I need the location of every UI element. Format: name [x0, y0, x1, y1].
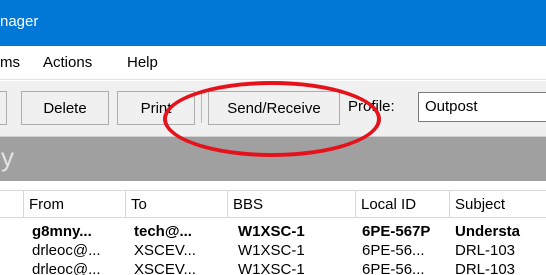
- column-header-bbs[interactable]: BBS: [228, 190, 356, 218]
- title-bar: nager: [0, 0, 546, 46]
- delete-button[interactable]: Delete: [21, 91, 109, 125]
- cell-from: drleoc@...: [32, 242, 101, 259]
- cell-local-id: 6PE-56...: [362, 261, 425, 275]
- menu-item-help[interactable]: Help: [127, 54, 158, 71]
- toolbar-separator: [201, 93, 202, 123]
- cell-local-id: 6PE-567P: [362, 223, 431, 240]
- partial-toolbar-button[interactable]: [0, 91, 7, 125]
- toolbar: Delete Print Send/Receive Profile: Outpo…: [0, 81, 546, 137]
- cell-bbs: W1XSC-1: [238, 242, 305, 259]
- cell-subject: DRL-103: [455, 242, 516, 259]
- menu-item-actions[interactable]: Actions: [43, 54, 92, 71]
- column-header-blank[interactable]: [0, 190, 24, 218]
- cell-to: tech@...: [134, 223, 192, 240]
- profile-select[interactable]: Outpost: [418, 92, 546, 122]
- send-receive-button[interactable]: Send/Receive: [208, 91, 340, 125]
- cell-to: XSCEV...: [134, 242, 196, 259]
- folder-header: y: [0, 137, 546, 181]
- cell-to: XSCEV...: [134, 261, 196, 275]
- cell-from: g8mny...: [32, 223, 92, 240]
- folder-name: y: [1, 142, 14, 172]
- menu-item-forms[interactable]: ms: [0, 54, 20, 71]
- column-header-from[interactable]: From: [24, 190, 126, 218]
- window-title: nager: [0, 13, 39, 30]
- cell-subject: DRL-103: [455, 261, 516, 275]
- cell-bbs: W1XSC-1: [238, 223, 305, 240]
- profile-label: Profile:: [348, 98, 395, 115]
- column-header-to[interactable]: To: [126, 190, 228, 218]
- cell-subject: Understa: [455, 223, 521, 240]
- menu-bar: ms Actions Help: [0, 46, 546, 80]
- table-row[interactable]: drleoc@... XSCEV... W1XSC-1 6PE-56... DR…: [0, 261, 546, 275]
- column-header-local-id[interactable]: Local ID: [356, 190, 450, 218]
- cell-bbs: W1XSC-1: [238, 261, 305, 275]
- cell-local-id: 6PE-56...: [362, 242, 425, 259]
- print-button[interactable]: Print: [117, 91, 195, 125]
- table-row[interactable]: g8mny... tech@... W1XSC-1 6PE-567P Under…: [0, 223, 546, 242]
- cell-from: drleoc@...: [32, 261, 101, 275]
- table-row[interactable]: drleoc@... XSCEV... W1XSC-1 6PE-56... DR…: [0, 242, 546, 261]
- column-header-subject[interactable]: Subject: [450, 190, 546, 218]
- message-list: From To BBS Local ID Subject g8mny... te…: [0, 181, 546, 275]
